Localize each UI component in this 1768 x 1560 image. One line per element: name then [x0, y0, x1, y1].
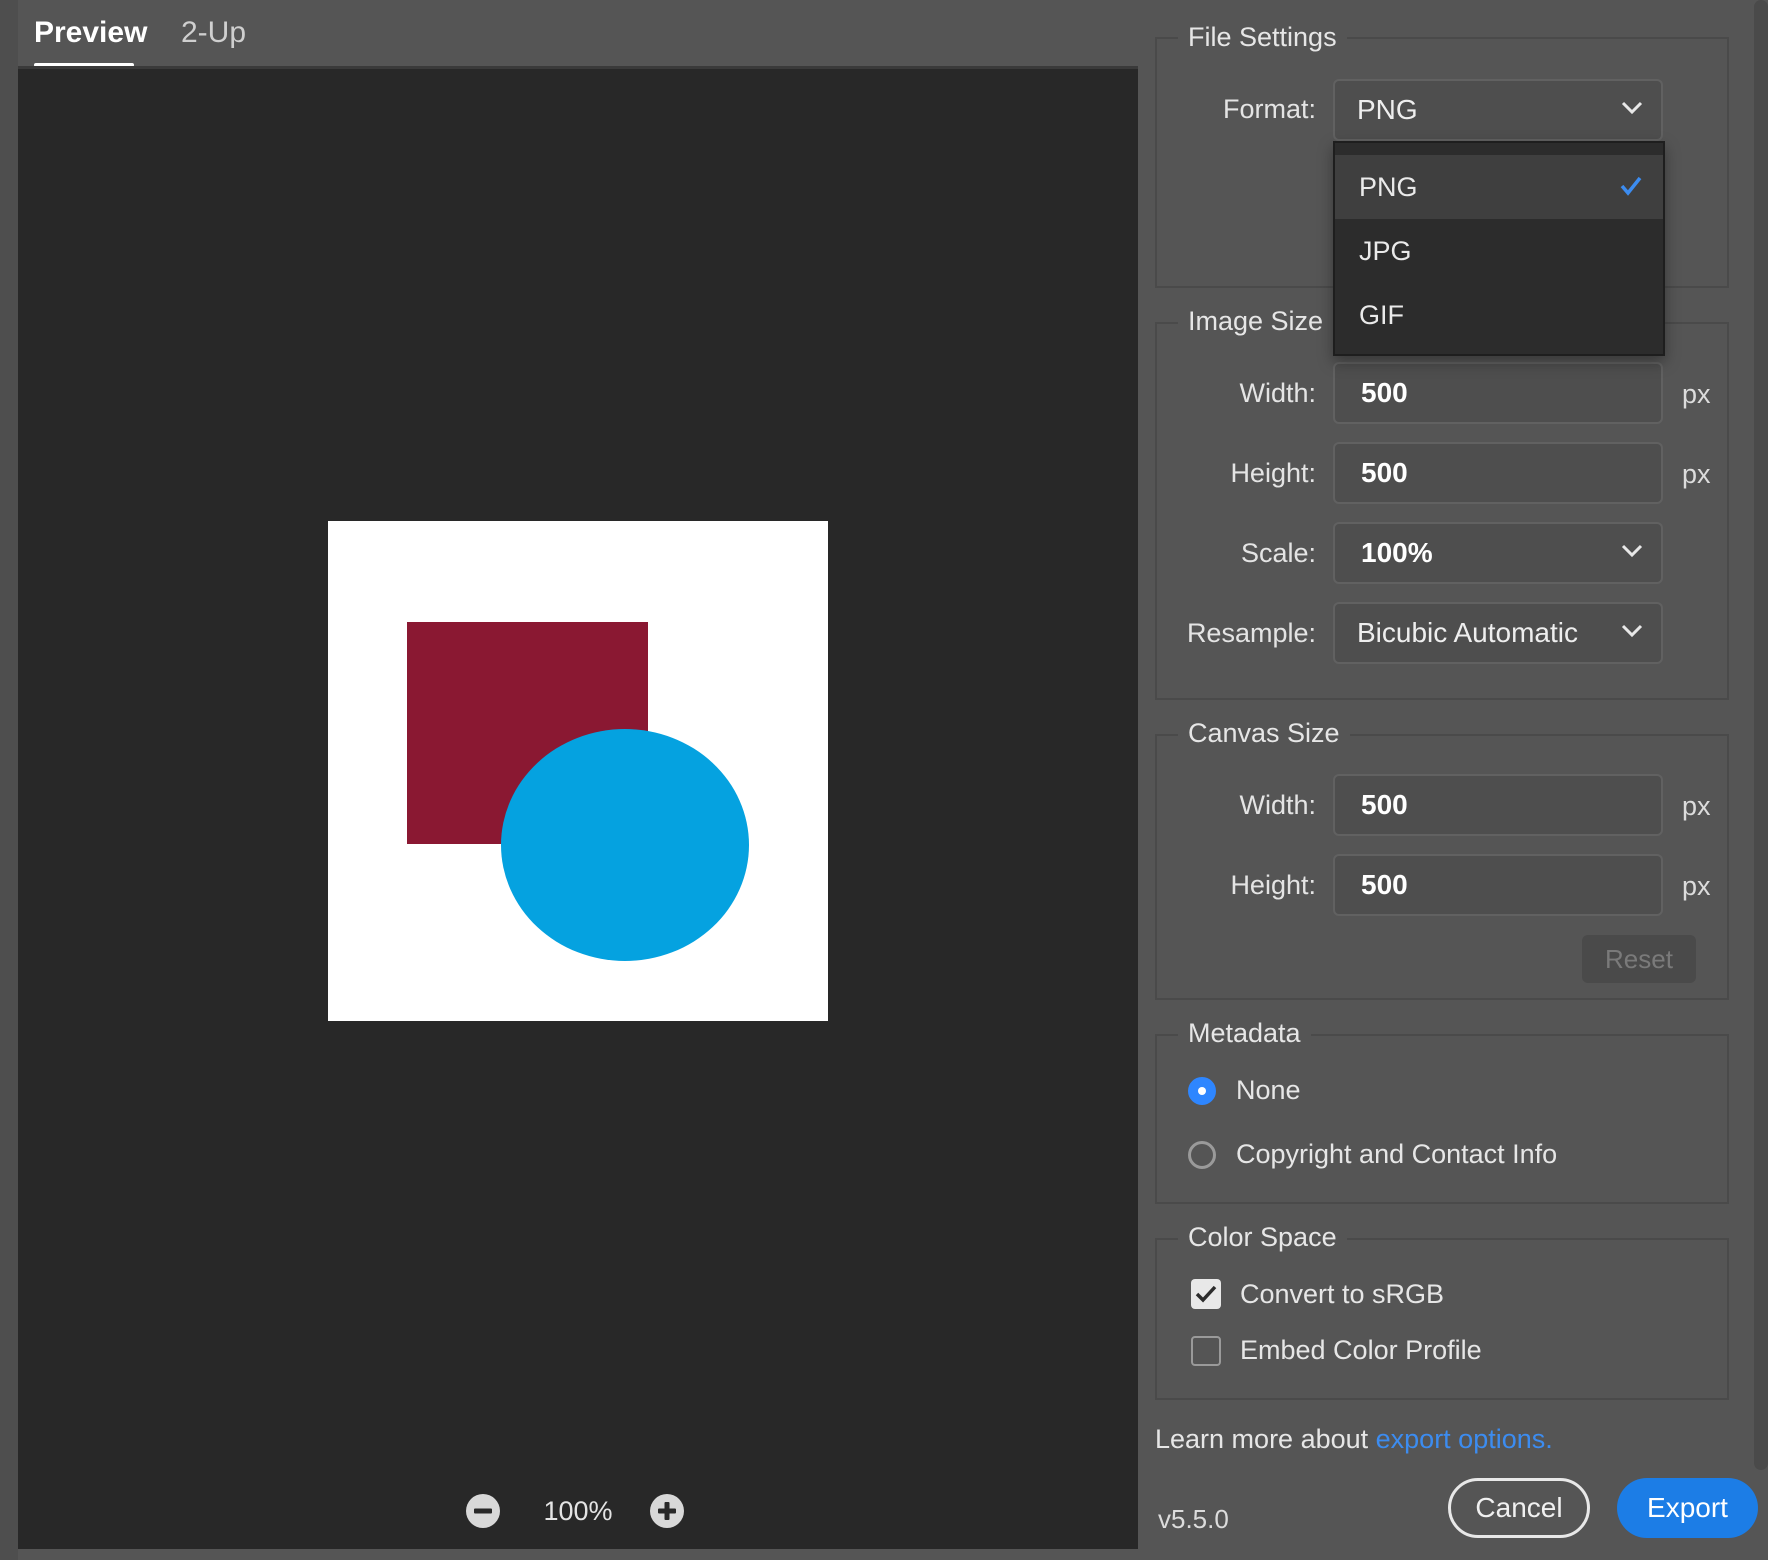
canvas-height-unit: px [1682, 871, 1711, 901]
format-value: PNG [1357, 94, 1418, 125]
artboard-preview [328, 521, 828, 1021]
format-option-png[interactable]: PNG [1335, 155, 1663, 219]
format-select[interactable]: PNG [1333, 79, 1663, 141]
export-options-link[interactable]: export options. [1376, 1424, 1553, 1454]
canvas-width-unit: px [1682, 791, 1711, 821]
chevron-down-icon [1621, 101, 1643, 115]
canvas-height-value: 500 [1361, 869, 1408, 900]
format-option-label: JPG [1359, 236, 1412, 266]
scale-select[interactable]: 100% [1333, 522, 1663, 584]
panel-scrollbar[interactable] [1754, 0, 1768, 1470]
embed-color-profile-checkbox[interactable] [1191, 1336, 1221, 1366]
file-settings-legend: File Settings [1178, 20, 1347, 54]
canvas-width-value: 500 [1361, 789, 1408, 820]
version-label: v5.5.0 [1158, 1504, 1229, 1534]
metadata-legend: Metadata [1178, 1016, 1311, 1050]
image-width-label: Width: [1239, 378, 1316, 408]
scale-label: Scale: [1240, 538, 1316, 568]
color-space-group [1155, 1238, 1729, 1400]
resample-label: Resample: [1186, 618, 1316, 648]
preview-area [18, 66, 1138, 1549]
resample-select[interactable]: Bicubic Automatic [1333, 602, 1663, 664]
cancel-button[interactable]: Cancel [1448, 1478, 1590, 1538]
convert-srgb-label[interactable]: Convert to sRGB [1240, 1277, 1444, 1311]
canvas-height-label: Height: [1230, 870, 1316, 900]
scale-value: 100% [1361, 537, 1433, 568]
format-dropdown-menu: PNG JPG GIF [1333, 141, 1665, 356]
convert-srgb-checkbox[interactable] [1191, 1279, 1221, 1309]
learn-more-text: Learn more about export options. [1155, 1422, 1553, 1456]
metadata-none-label[interactable]: None [1236, 1073, 1301, 1107]
image-width-value: 500 [1361, 377, 1408, 408]
minus-icon [474, 1508, 492, 1514]
format-option-gif[interactable]: GIF [1335, 283, 1663, 347]
image-width-input[interactable]: 500 [1333, 362, 1663, 424]
learn-more-prefix: Learn more about [1155, 1424, 1376, 1454]
image-height-input[interactable]: 500 [1333, 442, 1663, 504]
image-width-unit: px [1682, 379, 1711, 409]
export-button[interactable]: Export [1617, 1478, 1758, 1538]
chevron-down-icon [1621, 544, 1643, 558]
reset-button[interactable]: Reset [1582, 935, 1696, 983]
format-label: Format: [1222, 94, 1316, 124]
preview-circle-shape [501, 729, 749, 961]
metadata-group [1155, 1034, 1729, 1204]
zoom-level: 100% [543, 1496, 613, 1526]
left-edge [0, 0, 18, 1560]
checkmark-icon [1195, 1285, 1217, 1303]
format-option-label: PNG [1359, 172, 1418, 202]
canvas-width-label: Width: [1239, 790, 1316, 820]
resample-value: Bicubic Automatic [1357, 617, 1578, 648]
chevron-down-icon [1621, 624, 1643, 638]
tab-2-up[interactable]: 2-Up [181, 10, 246, 56]
canvas-height-input[interactable]: 500 [1333, 854, 1663, 916]
image-height-label: Height: [1230, 458, 1316, 488]
image-height-unit: px [1682, 459, 1711, 489]
format-option-label: GIF [1359, 300, 1404, 330]
zoom-out-button[interactable] [466, 1494, 500, 1528]
checkmark-icon [1620, 176, 1642, 196]
metadata-copyright-radio[interactable] [1188, 1141, 1216, 1169]
embed-color-profile-label[interactable]: Embed Color Profile [1240, 1333, 1482, 1367]
canvas-size-legend: Canvas Size [1178, 716, 1350, 750]
plus-icon [658, 1502, 676, 1520]
zoom-in-button[interactable] [650, 1494, 684, 1528]
metadata-copyright-label[interactable]: Copyright and Contact Info [1236, 1137, 1557, 1171]
image-size-legend: Image Size [1178, 304, 1334, 338]
canvas-width-input[interactable]: 500 [1333, 774, 1663, 836]
image-height-value: 500 [1361, 457, 1408, 488]
color-space-legend: Color Space [1178, 1220, 1347, 1254]
format-option-jpg[interactable]: JPG [1335, 219, 1663, 283]
metadata-none-radio[interactable] [1188, 1077, 1216, 1105]
tab-preview[interactable]: Preview [34, 10, 147, 56]
